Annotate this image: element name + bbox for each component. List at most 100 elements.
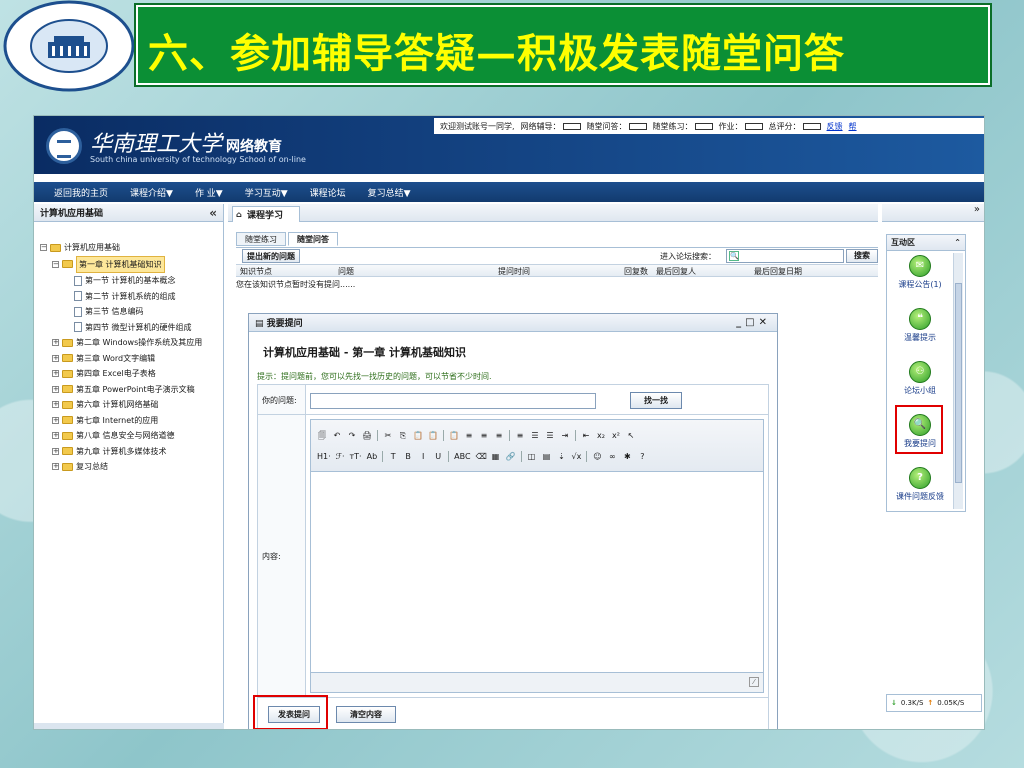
- editor-tool-icon[interactable]: ⇣: [557, 452, 567, 462]
- expand-node-icon[interactable]: +: [52, 370, 59, 378]
- nav-forum[interactable]: 课程论坛: [310, 186, 346, 199]
- tab-course-study[interactable]: ⌂ 课程学习: [232, 206, 301, 222]
- status-item[interactable]: 总评分：: [769, 121, 821, 132]
- tree-item[interactable]: + 第八章 信息安全与网络道德: [40, 428, 223, 444]
- resize-icon[interactable]: ⁄: [749, 677, 759, 687]
- editor-tool-icon[interactable]: 🔗: [506, 452, 516, 462]
- editor-tool-icon[interactable]: x²: [611, 431, 621, 441]
- editor-tool-icon[interactable]: 📋: [428, 431, 438, 441]
- forum-search-input[interactable]: 🔍: [726, 249, 844, 263]
- nav-review[interactable]: 复习总结▼: [368, 186, 411, 199]
- editor-tool-icon[interactable]: 🖨: [362, 431, 372, 441]
- column-header[interactable]: 回复数: [624, 266, 648, 277]
- editor-tool-icon[interactable]: B: [403, 452, 413, 462]
- clear-content-button[interactable]: 清空内容: [336, 706, 396, 723]
- editor-tool-icon[interactable]: ▤: [542, 452, 552, 462]
- tree-item[interactable]: + 第三章 Word文字编辑: [40, 351, 223, 367]
- new-question-button[interactable]: 提出新的问题: [242, 249, 300, 263]
- editor-tool-icon[interactable]: ℱ·: [336, 452, 345, 462]
- editor-tool-icon[interactable]: U: [433, 452, 443, 462]
- dialog-window-controls[interactable]: _□✕: [736, 317, 771, 328]
- expand-node-icon[interactable]: +: [52, 339, 59, 347]
- column-header[interactable]: 知识节点: [240, 266, 272, 277]
- horizontal-scrollbar[interactable]: [34, 723, 224, 729]
- tree-item[interactable]: + 第六章 计算机网络基础: [40, 397, 223, 413]
- editor-tool-icon[interactable]: 🗐: [317, 431, 327, 441]
- editor-tool-icon[interactable]: ≡: [494, 431, 504, 441]
- editor-content-area[interactable]: [311, 472, 763, 672]
- scroll-thumb[interactable]: [955, 283, 962, 483]
- editor-tool-icon[interactable]: ↶: [332, 431, 342, 441]
- editor-tool-icon[interactable]: ↖: [626, 431, 636, 441]
- status-item[interactable]: 网络辅导：: [521, 121, 581, 132]
- nav-course-intro[interactable]: 课程介绍▼: [130, 186, 173, 199]
- nav-home[interactable]: 返回我的主页: [54, 186, 108, 199]
- editor-tool-icon[interactable]: Ab: [367, 452, 378, 462]
- expand-node-icon[interactable]: +: [52, 416, 59, 424]
- help-link[interactable]: 帮: [849, 121, 857, 132]
- editor-tool-icon[interactable]: ☰: [545, 431, 555, 441]
- find-button[interactable]: 找一找: [630, 392, 682, 409]
- tab-practice[interactable]: 随堂练习: [236, 232, 286, 246]
- editor-tool-icon[interactable]: √x: [572, 452, 582, 462]
- editor-tool-icon[interactable]: ✂: [383, 431, 393, 441]
- expand-node-icon[interactable]: +: [52, 463, 59, 471]
- feedback-link[interactable]: 反馈: [827, 121, 843, 132]
- collapse-node-icon[interactable]: −: [40, 244, 47, 252]
- editor-tool-icon[interactable]: ⇥: [560, 431, 570, 441]
- editor-tool-icon[interactable]: ◫: [527, 452, 537, 462]
- tree-item[interactable]: + 复习总结: [40, 459, 223, 475]
- interaction-item[interactable]: ✉ 课程公告(1): [887, 255, 953, 306]
- tree-item[interactable]: − 计算机应用基础: [40, 240, 223, 256]
- editor-tool-icon[interactable]: H1·: [317, 452, 331, 462]
- editor-tool-icon[interactable]: ☰: [530, 431, 540, 441]
- status-item[interactable]: 作业：: [719, 121, 763, 132]
- expand-node-icon[interactable]: +: [52, 401, 59, 409]
- editor-tool-icon[interactable]: ≡: [464, 431, 474, 441]
- editor-tool-icon[interactable]: ⇤: [581, 431, 591, 441]
- status-item[interactable]: 随堂问答：: [587, 121, 647, 132]
- tree-item[interactable]: 第一节 计算机的基本概念: [40, 273, 223, 289]
- expand-node-icon[interactable]: +: [52, 354, 59, 362]
- editor-tool-icon[interactable]: ↷: [347, 431, 357, 441]
- editor-tool-icon[interactable]: ∞: [607, 452, 617, 462]
- editor-tool-icon[interactable]: ≡: [479, 431, 489, 441]
- tree-item[interactable]: + 第五章 PowerPoint电子演示文稿: [40, 382, 223, 398]
- editor-tool-icon[interactable]: тT·: [350, 452, 362, 462]
- tree-item[interactable]: 第二节 计算机系统的组成: [40, 289, 223, 305]
- collapse-node-icon[interactable]: −: [52, 260, 59, 268]
- expand-right-icon[interactable]: »: [882, 204, 984, 222]
- editor-tool-icon[interactable]: ?: [637, 452, 647, 462]
- column-header[interactable]: 问题: [338, 266, 354, 277]
- interaction-item[interactable]: ❝ 温馨提示: [887, 308, 953, 359]
- tree-item[interactable]: 第四节 微型计算机的硬件组成: [40, 320, 223, 336]
- tree-item[interactable]: − 第一章 计算机基础知识: [40, 255, 223, 273]
- collapse-up-icon[interactable]: ⌃: [954, 238, 961, 247]
- column-header[interactable]: 最后回复日期: [754, 266, 802, 277]
- editor-tool-icon[interactable]: ✱: [622, 452, 632, 462]
- tree-item[interactable]: + 第九章 计算机多媒体技术: [40, 444, 223, 460]
- editor-tool-icon[interactable]: x₂: [596, 431, 606, 441]
- tree-item[interactable]: 第三节 信息编码: [40, 304, 223, 320]
- editor-tool-icon[interactable]: ▦: [491, 452, 501, 462]
- column-header[interactable]: 提问时间: [498, 266, 530, 277]
- interaction-scrollbar[interactable]: [953, 253, 963, 509]
- tree-item[interactable]: + 第二章 Windows操作系统及其应用: [40, 335, 223, 351]
- editor-tool-icon[interactable]: ABC: [454, 452, 470, 462]
- editor-tool-icon[interactable]: ≡: [515, 431, 525, 441]
- editor-tool-icon[interactable]: ⎘: [398, 431, 408, 441]
- collapse-left-icon[interactable]: «: [209, 206, 217, 220]
- question-input[interactable]: [310, 393, 596, 409]
- editor-tool-icon[interactable]: T: [388, 452, 398, 462]
- tree-item[interactable]: + 第四章 Excel电子表格: [40, 366, 223, 382]
- tree-item[interactable]: + 第七章 Internet的应用: [40, 413, 223, 429]
- editor-tool-icon[interactable]: 📋: [449, 431, 459, 441]
- interaction-item[interactable]: ? 课件问题反馈: [887, 467, 953, 518]
- editor-tool-icon[interactable]: I: [418, 452, 428, 462]
- tab-qa[interactable]: 随堂问答: [288, 232, 338, 246]
- nav-homework[interactable]: 作 业▼: [195, 186, 223, 199]
- editor-tool-icon[interactable]: 📋: [413, 431, 423, 441]
- expand-node-icon[interactable]: +: [52, 447, 59, 455]
- nav-interaction[interactable]: 学习互动▼: [245, 186, 288, 199]
- search-button[interactable]: 搜索: [846, 249, 878, 263]
